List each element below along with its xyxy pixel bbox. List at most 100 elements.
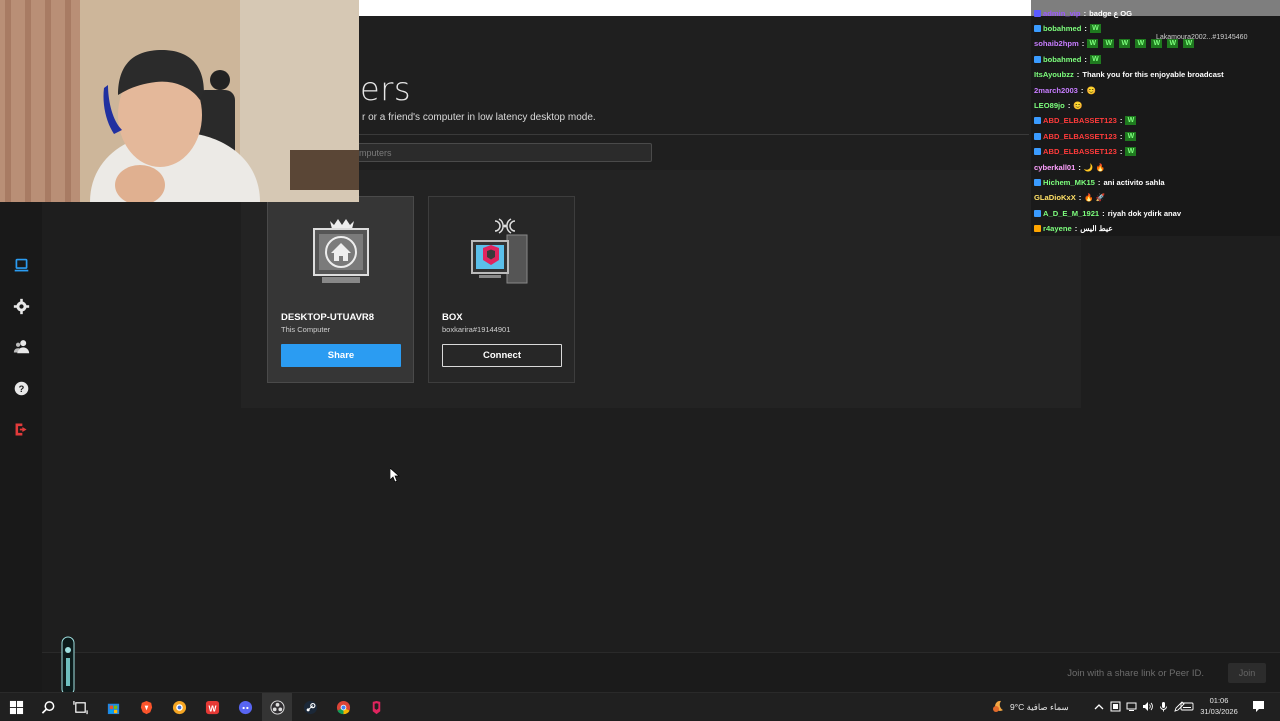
chat-text: Thank you for this enjoyable broadcast <box>1082 70 1224 80</box>
chat-message: Hichem_MK15: ani activito sahla <box>1034 175 1165 189</box>
sidebar-item-settings[interactable] <box>8 293 34 319</box>
store-icon <box>107 703 119 714</box>
network-icon[interactable] <box>1126 701 1137 712</box>
gear-icon <box>13 298 29 314</box>
discord-icon <box>238 700 252 714</box>
parsec-icon <box>372 700 380 714</box>
chat-separator: : <box>1067 100 1071 110</box>
chat-username: ItsAyoubzz <box>1034 70 1074 80</box>
chat-message: A_D_E_M_1921: riyah dok ydirk anav <box>1034 206 1181 220</box>
sidebar: ? <box>0 202 42 692</box>
microphone-icon[interactable] <box>1158 701 1169 712</box>
taskbar-app-obs[interactable] <box>267 697 287 717</box>
taskbar-app-parsec[interactable] <box>366 697 386 717</box>
chat-separator: : <box>1097 177 1101 187</box>
computer-name: DESKTOP-UTUAVR8 <box>281 312 375 323</box>
computer-card[interactable]: BOX boxkarira#19144901 Connect <box>428 196 575 383</box>
chat-text: عيط اليس <box>1080 224 1113 234</box>
join-button[interactable]: Join <box>1228 663 1266 683</box>
chat-badge-icon <box>1034 55 1041 63</box>
chat-emote-w: W <box>1087 39 1099 49</box>
computer-card[interactable]: DESKTOP-UTUAVR8 This Computer Share <box>267 196 414 383</box>
chat-username: ABD_ELBASSET123 <box>1043 131 1117 141</box>
chat-username: bobahmed <box>1043 23 1082 33</box>
chat-emote-w: W <box>1125 116 1137 126</box>
computer-subtitle: This Computer <box>281 325 331 334</box>
taskbar-app-brave[interactable] <box>136 697 156 717</box>
chat-username: Hichem_MK15 <box>1043 177 1095 187</box>
chat-username: LEO89jo <box>1034 100 1065 110</box>
start-button[interactable] <box>6 697 26 717</box>
clock-date: 31/03/2026 <box>1200 707 1238 716</box>
chat-badge-icon <box>1034 209 1041 217</box>
browser-icon <box>172 700 186 714</box>
computer-name: BOX <box>442 312 463 323</box>
taskbar-clock[interactable]: 01:06 31/03/2026 <box>1196 695 1242 717</box>
header-divider <box>359 134 1029 135</box>
chat-username: 2march2003 <box>1034 85 1078 95</box>
chat-message: r4ayene: عيط اليس <box>1034 222 1113 236</box>
chat-separator: : <box>1076 70 1080 80</box>
windows-icon <box>9 700 23 714</box>
chevron-up-icon[interactable] <box>1094 702 1104 712</box>
remote-computer-icon <box>471 218 528 284</box>
chat-message: bobahmed: W <box>1034 21 1106 35</box>
chat-message: ABD_ELBASSET123: W <box>1034 129 1141 143</box>
chat-message: bobahmed: W <box>1034 52 1106 66</box>
tray-app-icon[interactable] <box>1110 701 1121 712</box>
chat-text: riyah dok ydirk anav <box>1107 208 1182 218</box>
chat-text: 🌙 🔥 <box>1083 162 1105 172</box>
chat-emote-w: W <box>1125 131 1137 141</box>
taskbar-app-steam[interactable] <box>300 697 320 717</box>
svg-text:W: W <box>208 703 216 713</box>
search-input[interactable] <box>352 143 652 162</box>
task-view-button[interactable] <box>70 697 90 717</box>
wps-icon: W <box>205 700 219 714</box>
chat-message: 2march2003: 😊 <box>1034 83 1096 97</box>
chat-separator: : <box>1074 224 1078 234</box>
chat-emote-w: W <box>1167 39 1179 49</box>
taskbar-app-store[interactable] <box>103 697 123 717</box>
search-icon <box>41 700 54 714</box>
sidebar-item-computers[interactable] <box>8 252 34 278</box>
chat-separator: : <box>1083 8 1087 18</box>
keyboard-icon[interactable] <box>1180 701 1194 712</box>
notifications-icon[interactable] <box>1252 700 1265 713</box>
chat-badge-icon <box>1034 117 1041 125</box>
chat-separator: : <box>1084 54 1087 64</box>
chrome-icon <box>336 700 350 714</box>
brave-icon <box>140 700 152 714</box>
taskbar-app-chrome[interactable] <box>333 697 353 717</box>
chat-username: sohaib2hpm <box>1034 39 1079 49</box>
sidebar-item-friends[interactable] <box>8 333 34 359</box>
chat-message: ABD_ELBASSET123: W <box>1034 145 1141 159</box>
chat-separator: : <box>1102 208 1105 218</box>
chat-separator: : <box>1119 131 1123 141</box>
chat-separator: : <box>1078 193 1082 203</box>
sidebar-item-logout[interactable] <box>8 416 34 442</box>
chat-message: LEO89jo: 😊 <box>1034 98 1083 112</box>
chat-badge-icon <box>1034 148 1041 156</box>
chat-emote-w: W <box>1183 39 1195 49</box>
chat-text: 😊 <box>1086 85 1096 95</box>
taskbar-app-discord[interactable] <box>235 697 255 717</box>
join-input[interactable] <box>1010 663 1210 683</box>
chat-emote-w: W <box>1089 54 1101 64</box>
task-view-icon <box>72 700 88 714</box>
chat-separator: : <box>1084 23 1087 33</box>
logout-icon <box>15 423 27 435</box>
taskbar-app-browser[interactable] <box>169 697 189 717</box>
taskbar-search-button[interactable] <box>38 697 58 717</box>
connect-button[interactable]: Connect <box>442 344 562 367</box>
clock-time: 01:06 <box>1209 696 1229 705</box>
chat-username: ABD_ELBASSET123 <box>1043 116 1117 126</box>
chat-username: cyberkall01 <box>1034 162 1076 172</box>
volume-icon[interactable] <box>1142 701 1153 712</box>
share-button[interactable]: Share <box>281 344 401 367</box>
steam-icon <box>303 700 317 714</box>
chat-emote-w: W <box>1103 39 1115 49</box>
sidebar-item-help[interactable]: ? <box>8 375 34 401</box>
chat-username: ABD_ELBASSET123 <box>1043 147 1117 157</box>
chat-separator: : <box>1119 147 1123 157</box>
taskbar-app-wps[interactable]: W <box>202 697 222 717</box>
